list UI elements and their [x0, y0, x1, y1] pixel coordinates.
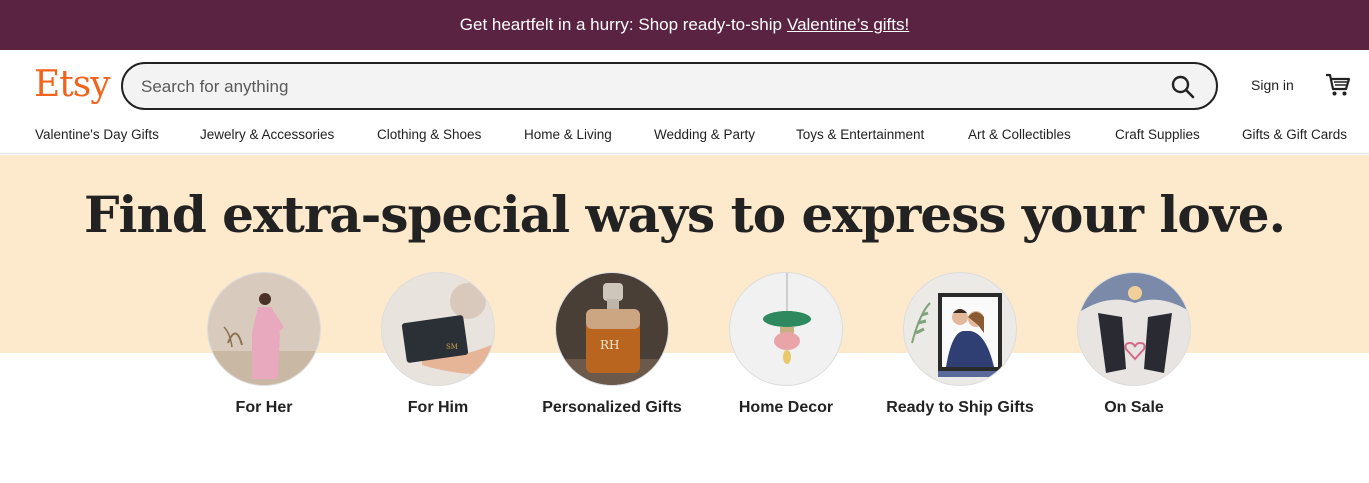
tile-personalized-gifts[interactable]: RH Personalized Gifts — [537, 272, 687, 418]
tile-image[interactable] — [729, 272, 843, 386]
tile-image[interactable]: RH — [555, 272, 669, 386]
tile-image[interactable] — [903, 272, 1017, 386]
tile-home-decor[interactable]: Home Decor — [711, 272, 861, 418]
pendant-lamp-image — [730, 273, 842, 385]
category-jewelry-accessories[interactable]: Jewelry & Accessories — [200, 127, 334, 142]
category-home-living[interactable]: Home & Living — [524, 127, 612, 142]
category-gifts-gift-cards[interactable]: Gifts & Gift Cards — [1242, 127, 1347, 142]
cart-button[interactable] — [1325, 72, 1351, 98]
category-craft-supplies[interactable]: Craft Supplies — [1115, 127, 1200, 142]
tile-label: Ready to Ship Gifts — [886, 399, 1034, 416]
category-art-collectibles[interactable]: Art & Collectibles — [968, 127, 1071, 142]
promo-text: Get heartfelt in a hurry: Shop ready-to-… — [459, 15, 782, 34]
tile-ready-to-ship-gifts[interactable]: Ready to Ship Gifts — [885, 272, 1035, 418]
etsy-logo[interactable]: Etsy — [34, 64, 111, 105]
woman-pink-dress-image — [208, 273, 320, 385]
tile-label: For Her — [235, 399, 293, 416]
cart-icon — [1326, 73, 1351, 96]
promo-link[interactable]: Valentine’s gifts! — [787, 15, 909, 35]
tile-on-sale[interactable]: On Sale — [1059, 272, 1209, 418]
category-nav: Valentine's Day Gifts Jewelry & Accessor… — [0, 120, 1369, 154]
tile-image[interactable] — [1077, 272, 1191, 386]
category-toys-entertainment[interactable]: Toys & Entertainment — [796, 127, 924, 142]
tile-label: Personalized Gifts — [542, 399, 682, 416]
svg-text:RH: RH — [600, 338, 620, 352]
whiskey-decanter-image: RH — [556, 273, 668, 385]
search-input[interactable] — [141, 76, 1141, 98]
tile-for-him[interactable]: SM For Him — [363, 272, 513, 418]
tile-for-her[interactable]: For Her — [189, 272, 339, 418]
couple-portrait-image — [904, 273, 1016, 385]
tile-label: Home Decor — [738, 399, 834, 416]
tile-image[interactable]: SM — [381, 272, 495, 386]
search-button[interactable] — [1170, 74, 1196, 100]
category-wedding-party[interactable]: Wedding & Party — [654, 127, 755, 142]
wallet-in-hand-image: SM — [382, 273, 494, 385]
search-bar — [121, 62, 1218, 110]
promo-banner: Get heartfelt in a hurry: Shop ready-to-… — [0, 0, 1369, 50]
hero-headline: Find extra-special ways to express your … — [83, 185, 1286, 244]
search-icon — [1171, 75, 1195, 99]
site-header: Etsy Sign in — [0, 50, 1369, 120]
svg-text:SM: SM — [446, 343, 458, 351]
socks-with-heart-image — [1078, 273, 1190, 385]
category-valentines-day-gifts[interactable]: Valentine's Day Gifts — [35, 127, 159, 142]
tile-label: On Sale — [1104, 399, 1164, 416]
category-clothing-shoes[interactable]: Clothing & Shoes — [377, 127, 481, 142]
sign-in-link[interactable]: Sign in — [1251, 77, 1294, 93]
tile-image[interactable] — [207, 272, 321, 386]
tile-label: For Him — [407, 399, 469, 416]
